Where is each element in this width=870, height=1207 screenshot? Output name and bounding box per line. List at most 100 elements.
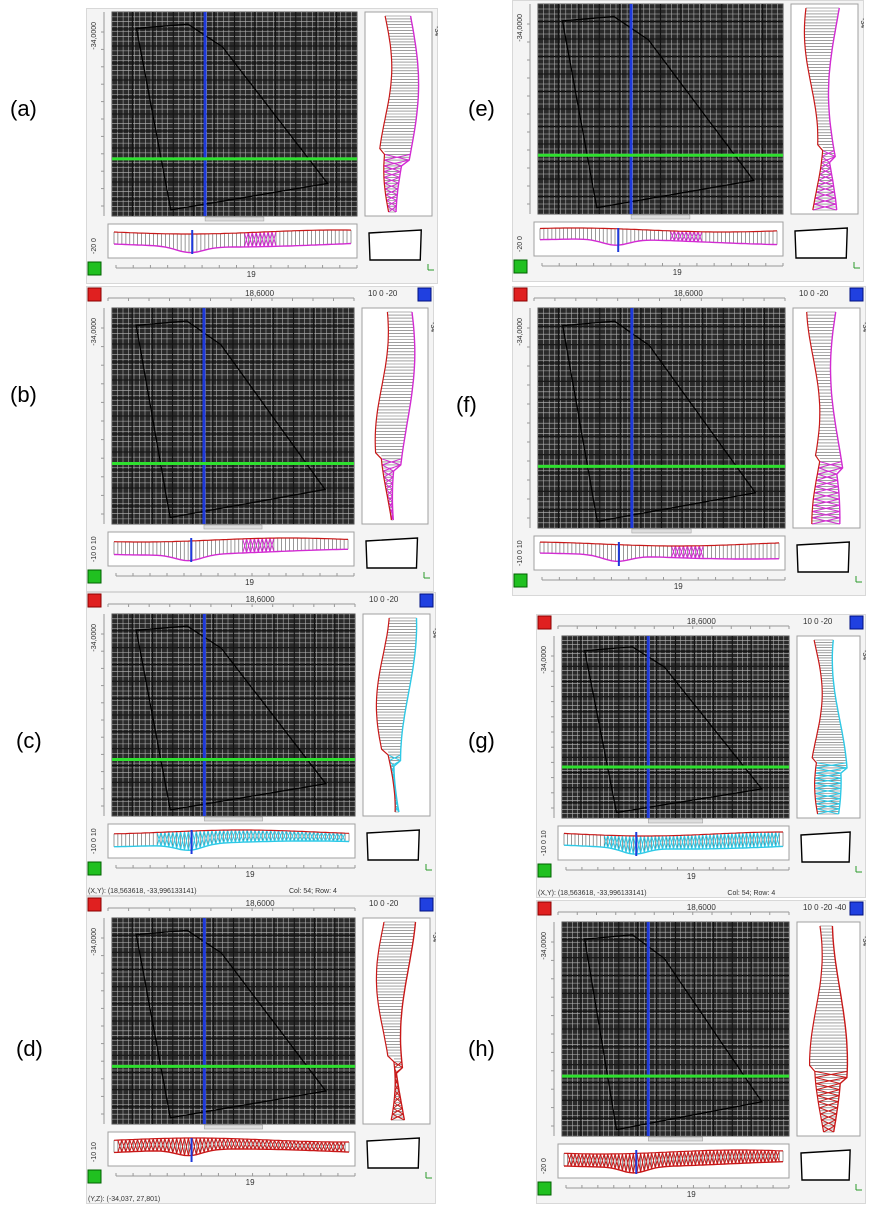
horizontal-scrollbar (204, 816, 263, 822)
green-view-cube-icon (513, 573, 528, 588)
status-col-row: Col: 54; Row: 4 (727, 890, 775, 897)
subfigure-label-b: (b) (10, 382, 37, 407)
viewer-panel-f: 18,6000 10 0 -20 -34,0000 -34 -10 0 10 19 (512, 286, 866, 596)
green-view-cube-icon (513, 259, 528, 274)
horizontal-scrollbar (631, 528, 692, 534)
subfigure-label-h: (h) (468, 1036, 495, 1061)
box-3d-icon (368, 229, 422, 261)
green-view-cube-icon (537, 863, 552, 878)
green-view-cube-icon (87, 569, 102, 584)
subfigure-label-c: (c) (16, 728, 42, 753)
red-view-cube-icon (513, 287, 528, 302)
red-view-cube-icon (537, 615, 552, 630)
right-y-label: -34 (861, 936, 866, 946)
horizontal-scrollbar (203, 524, 263, 530)
viewer-panel-h: 18,6000 10 0 -20 -40 -34,0000 -34 -20 0 19 (536, 900, 866, 1204)
green-view-cube-icon (87, 861, 102, 876)
left-y-label: -34,0000 (91, 928, 98, 956)
top-right-scale: 10 0 -20 (803, 617, 833, 626)
plan-view-grid (537, 307, 786, 529)
bottom-y-scale: -20 0 (517, 236, 524, 252)
bottom-x-label: 19 (673, 268, 682, 277)
top-x-label: 18,6000 (246, 595, 275, 604)
subfigure-label-f: (f) (456, 392, 477, 417)
left-y-label: -34,0000 (91, 22, 98, 50)
viewer-panel-d: 18,6000 10 0 -20 -34,0000 -34 -10 10 19 (Y,Z):… (86, 896, 436, 1204)
bottom-y-scale: -10 0 10 (91, 828, 98, 854)
box-3d-icon (794, 227, 848, 259)
bottom-y-scale: -20 0 (91, 238, 98, 254)
plan-view-grid (561, 921, 790, 1137)
bottom-x-label: 19 (674, 582, 683, 591)
plan-view-grid (111, 613, 356, 817)
box-3d-icon (800, 1149, 851, 1181)
plan-view-grid (537, 3, 784, 215)
right-y-label: -34 (859, 18, 864, 28)
left-y-label: -34,0000 (91, 624, 98, 652)
horizontal-scrollbar (648, 818, 703, 824)
box-3d-icon (366, 1137, 420, 1169)
subfigure-label-d: (d) (16, 1036, 43, 1061)
horizontal-scrollbar (204, 216, 265, 222)
horizontal-scrollbar (630, 214, 691, 220)
box-3d-icon (366, 829, 420, 861)
subfigure-label-e: (e) (468, 96, 495, 121)
box-3d-icon (800, 831, 851, 863)
red-view-cube-icon (87, 593, 102, 608)
bottom-x-label: 19 (245, 578, 254, 587)
box-3d-icon (365, 537, 419, 569)
top-right-scale: 10 0 -20 (799, 289, 829, 298)
viewer-panel-g: 18,6000 10 0 -20 -34,0000 -34 -10 0 10 19 (X,Y… (536, 614, 866, 898)
top-x-label: 18,6000 (674, 289, 703, 298)
viewer-panel-b: 18,6000 10 0 -20 -34,0000 -34 -10 0 10 19 (86, 286, 434, 592)
viewer-svg-a: -34,0000 -34 -20 0 19 (86, 8, 438, 284)
bottom-y-scale: -10 0 10 (517, 540, 524, 566)
left-y-label: -34,0000 (541, 932, 548, 960)
left-y-label: -34,0000 (541, 646, 548, 674)
plan-view-grid (111, 11, 358, 217)
bottom-y-scale: -10 0 10 (91, 536, 98, 562)
plan-view-grid (561, 635, 790, 819)
green-view-cube-icon (537, 1181, 552, 1196)
top-right-scale: 10 0 -20 (369, 595, 399, 604)
plan-view-grid (111, 307, 355, 525)
red-view-cube-icon (87, 897, 102, 912)
right-y-label: -34 (431, 932, 436, 942)
viewer-svg-d: 18,6000 10 0 -20 -34,0000 -34 -10 10 19 (Y,Z):… (86, 896, 436, 1204)
viewer-panel-a: -34,0000 -34 -20 0 19 (86, 8, 438, 284)
blue-view-cube-icon (849, 287, 864, 302)
top-x-label: 18,6000 (687, 903, 716, 912)
viewer-panel-c: 18,6000 10 0 -20 -34,0000 -34 -10 0 10 19 (X,Y… (86, 592, 436, 896)
blue-view-cube-icon (849, 901, 864, 916)
viewer-svg-e: -34,0000 -34 -20 0 19 (512, 0, 864, 282)
red-view-cube-icon (87, 287, 102, 302)
left-y-label: -34,0000 (91, 318, 98, 346)
top-x-label: 18,6000 (246, 899, 275, 908)
subfigure-label-a: (a) (10, 96, 37, 121)
viewer-svg-h: 18,6000 10 0 -20 -40 -34,0000 -34 -20 0 19 (536, 900, 866, 1204)
status-coordinates: (Y,Z): (-34,037, 27,801) (88, 1196, 160, 1203)
left-y-label: -34,0000 (517, 14, 524, 42)
green-view-cube-icon (87, 1169, 102, 1184)
horizontal-scrollbar (648, 1136, 703, 1142)
status-col-row: Col: 54; Row: 4 (289, 888, 337, 895)
viewer-svg-f: 18,6000 10 0 -20 -34,0000 -34 -10 0 10 19 (512, 286, 866, 596)
right-y-label: -34 (433, 26, 438, 36)
subfigure-label-g: (g) (468, 728, 495, 753)
viewer-svg-g: 18,6000 10 0 -20 -34,0000 -34 -10 0 10 19 (X,Y… (536, 614, 866, 898)
blue-view-cube-icon (419, 897, 434, 912)
right-y-label: -34 (429, 322, 434, 332)
bottom-x-label: 19 (687, 872, 696, 881)
viewer-svg-b: 18,6000 10 0 -20 -34,0000 -34 -10 0 10 19 (86, 286, 434, 592)
right-y-label: -34 (861, 322, 866, 332)
viewer-svg-c: 18,6000 10 0 -20 -34,0000 -34 -10 0 10 19 (X,Y… (86, 592, 436, 896)
top-right-scale: 10 0 -20 -40 (803, 903, 847, 912)
bottom-x-label: 19 (246, 1178, 255, 1187)
horizontal-scrollbar (204, 1124, 263, 1130)
top-x-label: 18,6000 (687, 617, 716, 626)
box-3d-icon (796, 541, 850, 573)
status-coordinates: (X,Y): (18,563618, -33,996133141) (538, 890, 647, 897)
plan-view-grid (111, 917, 356, 1125)
bottom-y-scale: -10 0 10 (541, 830, 548, 856)
blue-view-cube-icon (849, 615, 864, 630)
